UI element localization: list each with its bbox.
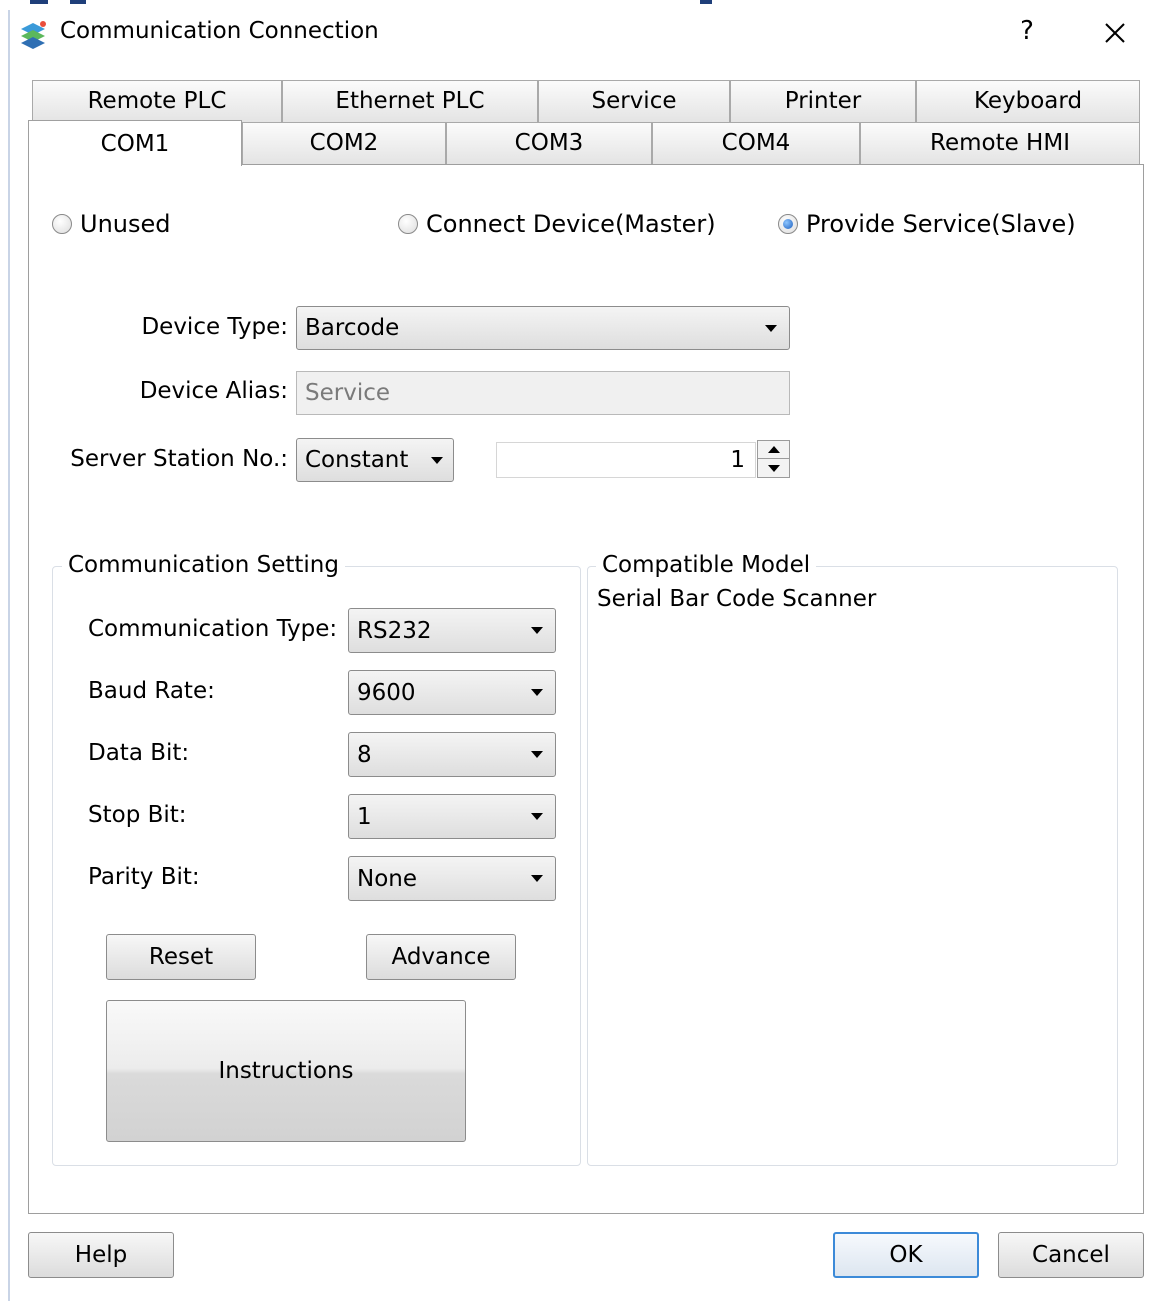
spin-down-button[interactable] <box>758 459 789 477</box>
arrow-up-icon <box>767 446 780 453</box>
help-question-icon[interactable]: ? <box>1014 16 1040 46</box>
compatible-model-item: Serial Bar Code Scanner <box>597 586 877 612</box>
tab-ethernet-plc[interactable]: Ethernet PLC <box>282 80 538 122</box>
station-number-spinner[interactable] <box>757 440 790 478</box>
data-bit-select[interactable]: 8 <box>348 732 556 777</box>
station-number-value: 1 <box>730 447 745 473</box>
device-type-value: Barcode <box>305 315 400 341</box>
parity-bit-label: Parity Bit: <box>88 864 200 890</box>
stop-bit-select[interactable]: 1 <box>348 794 556 839</box>
taskbar-fragment <box>700 0 712 4</box>
help-button[interactable]: Help <box>28 1232 174 1278</box>
communication-type-select[interactable]: RS232 <box>348 608 556 653</box>
chevron-down-icon <box>531 875 543 882</box>
instructions-button[interactable]: Instructions <box>106 1000 466 1142</box>
station-mode-value: Constant <box>305 447 409 473</box>
tab-com2[interactable]: COM2 <box>242 122 446 164</box>
arrow-down-icon <box>767 464 780 472</box>
station-mode-select[interactable]: Constant <box>296 438 454 482</box>
advance-button[interactable]: Advance <box>366 934 516 980</box>
compatible-model-title: Compatible Model <box>596 552 817 578</box>
window-left-border <box>8 10 10 1301</box>
cancel-button[interactable]: Cancel <box>998 1232 1144 1278</box>
spin-up-button[interactable] <box>758 441 789 459</box>
tab-com4[interactable]: COM4 <box>652 122 860 164</box>
device-alias-field[interactable]: Service <box>296 371 790 415</box>
chevron-down-icon <box>531 689 543 696</box>
radio-provide-service-label: Provide Service(Slave) <box>806 210 1076 238</box>
chevron-down-icon <box>531 627 543 634</box>
tab-remote-hmi[interactable]: Remote HMI <box>860 122 1140 164</box>
communication-type-label: Communication Type: <box>88 616 338 642</box>
tab-service[interactable]: Service <box>538 80 730 122</box>
taskbar-fragment <box>70 0 86 4</box>
stop-bit-value: 1 <box>357 803 372 830</box>
tab-keyboard[interactable]: Keyboard <box>916 80 1140 122</box>
chevron-down-icon <box>431 456 443 464</box>
radio-provide-service-indicator <box>778 214 798 234</box>
parity-bit-select[interactable]: None <box>348 856 556 901</box>
compatible-model-group <box>587 566 1118 1166</box>
radio-unused[interactable]: Unused <box>52 210 171 238</box>
baud-rate-select[interactable]: 9600 <box>348 670 556 715</box>
radio-connect-device-indicator <box>398 214 418 234</box>
chevron-down-icon <box>531 751 543 758</box>
radio-unused-indicator <box>52 214 72 234</box>
server-station-label: Server Station No.: <box>70 446 288 472</box>
communication-setting-title: Communication Setting <box>62 552 345 578</box>
stop-bit-label: Stop Bit: <box>88 802 187 828</box>
device-type-select[interactable]: Barcode <box>296 306 790 350</box>
station-number-input[interactable]: 1 <box>496 442 756 478</box>
tab-printer[interactable]: Printer <box>730 80 916 122</box>
baud-rate-label: Baud Rate: <box>88 678 215 704</box>
data-bit-label: Data Bit: <box>88 740 190 766</box>
chevron-down-icon <box>765 324 777 332</box>
tab-remote-plc[interactable]: Remote PLC <box>32 80 282 122</box>
communication-type-value: RS232 <box>357 617 432 644</box>
device-type-label: Device Type: <box>141 314 288 340</box>
parity-bit-value: None <box>357 865 418 892</box>
radio-connect-device[interactable]: Connect Device(Master) <box>398 210 716 238</box>
window-title: Communication Connection <box>60 18 379 44</box>
taskbar-fragment <box>30 0 48 4</box>
radio-connect-device-label: Connect Device(Master) <box>426 210 716 238</box>
reset-button[interactable]: Reset <box>106 934 256 980</box>
close-icon[interactable] <box>1100 18 1130 48</box>
chevron-down-icon <box>531 813 543 820</box>
app-icon <box>21 21 46 49</box>
taskbar-strip <box>0 0 1152 8</box>
device-alias-label: Device Alias: <box>139 378 288 404</box>
tab-com1[interactable]: COM1 <box>28 120 242 166</box>
device-alias-placeholder: Service <box>305 380 391 406</box>
data-bit-value: 8 <box>357 741 372 768</box>
radio-provide-service[interactable]: Provide Service(Slave) <box>778 210 1076 238</box>
baud-rate-value: 9600 <box>357 679 416 706</box>
radio-unused-label: Unused <box>80 210 171 238</box>
ok-button[interactable]: OK <box>833 1232 979 1278</box>
tab-com3[interactable]: COM3 <box>446 122 652 164</box>
